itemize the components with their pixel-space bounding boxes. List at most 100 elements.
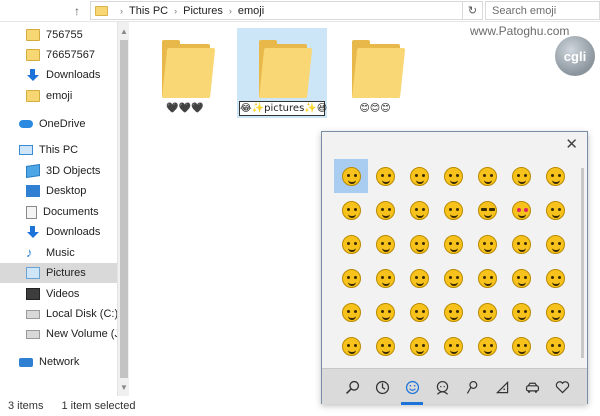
emoji-cell[interactable] bbox=[470, 261, 504, 295]
sidebar-item-756755[interactable]: 756755 bbox=[26, 25, 83, 45]
emoji-cell[interactable] bbox=[504, 193, 538, 227]
emoji-face-icon bbox=[477, 166, 497, 186]
sidebar-item-downloads-quick[interactable]: Downloads bbox=[26, 65, 100, 85]
scroll-up-icon[interactable]: ▲ bbox=[118, 24, 130, 38]
emoji-cell[interactable] bbox=[334, 227, 368, 261]
search-input[interactable]: Search emoji bbox=[485, 1, 600, 20]
celebration-icon[interactable] bbox=[457, 369, 487, 405]
sidebar-item-music[interactable]: ♪ Music bbox=[26, 243, 75, 263]
sidebar-item-videos[interactable]: Videos bbox=[26, 284, 79, 304]
sidebar-item-3d-objects[interactable]: 3D Objects bbox=[26, 161, 100, 181]
sidebar-item-local-disk[interactable]: Local Disk (C:) bbox=[26, 304, 118, 324]
sidebar-item-new-volume[interactable]: New Volume (J:) bbox=[26, 324, 127, 344]
emoji-cell[interactable] bbox=[504, 159, 538, 193]
chevron-right-icon: › bbox=[228, 5, 232, 16]
emoji-cell[interactable] bbox=[470, 159, 504, 193]
emoji-cell[interactable] bbox=[538, 261, 572, 295]
emoji-cell[interactable] bbox=[368, 193, 402, 227]
heart-icon[interactable] bbox=[547, 369, 577, 405]
emoji-cell[interactable] bbox=[504, 261, 538, 295]
sidebar-item-network[interactable]: Network bbox=[19, 352, 79, 372]
emoji-cell[interactable] bbox=[436, 295, 470, 329]
emoji-face-icon bbox=[443, 234, 463, 254]
sidebar-item-pictures[interactable]: Pictures bbox=[0, 263, 117, 283]
folder-icon bbox=[352, 40, 406, 98]
emoji-cell[interactable] bbox=[504, 227, 538, 261]
sidebar-item-label: Desktop bbox=[46, 185, 87, 197]
emoji-face-icon bbox=[409, 166, 429, 186]
emoji-cell[interactable] bbox=[402, 193, 436, 227]
food-icon[interactable] bbox=[487, 369, 517, 405]
emoji-face-icon bbox=[409, 200, 429, 220]
emoji-cell[interactable] bbox=[334, 193, 368, 227]
emoji-cell[interactable] bbox=[368, 227, 402, 261]
emoji-cell[interactable] bbox=[334, 329, 368, 363]
emoji-cell[interactable] bbox=[368, 261, 402, 295]
sidebar-item-onedrive[interactable]: OneDrive bbox=[19, 114, 85, 134]
smiley-icon[interactable] bbox=[397, 369, 427, 405]
sidebar-item-desktop[interactable]: Desktop bbox=[26, 181, 86, 201]
emoji-cell[interactable] bbox=[470, 329, 504, 363]
up-arrow-icon[interactable]: ↑ bbox=[69, 0, 85, 22]
emoji-panel-scrollbar[interactable] bbox=[581, 168, 584, 358]
emoji-cell[interactable] bbox=[504, 295, 538, 329]
address-bar[interactable]: › This PC › Pictures › emoji bbox=[90, 1, 463, 20]
sidebar-item-documents[interactable]: Documents bbox=[26, 202, 99, 222]
emoji-cell[interactable] bbox=[334, 159, 368, 193]
emoji-face-icon bbox=[341, 234, 361, 254]
emoji-cell[interactable] bbox=[538, 193, 572, 227]
emoji-cell[interactable] bbox=[402, 227, 436, 261]
sidebar-item-label: Downloads bbox=[46, 226, 101, 238]
close-icon[interactable]: ✕ bbox=[565, 135, 578, 153]
emoji-cell[interactable] bbox=[504, 329, 538, 363]
scroll-down-icon[interactable]: ▼ bbox=[118, 380, 130, 394]
emoji-cell[interactable] bbox=[436, 159, 470, 193]
watermark-logo: cgli bbox=[555, 36, 595, 76]
folder-item[interactable]: 😊😊😊 bbox=[330, 28, 420, 128]
emoji-face-icon bbox=[477, 234, 497, 254]
emoji-panel: ✕ bbox=[321, 131, 588, 405]
emoji-cell[interactable] bbox=[436, 329, 470, 363]
desktop-icon bbox=[26, 185, 40, 197]
emoji-cell[interactable] bbox=[368, 329, 402, 363]
emoji-cell[interactable] bbox=[436, 227, 470, 261]
search-icon[interactable] bbox=[337, 369, 367, 405]
emoji-cell[interactable] bbox=[402, 295, 436, 329]
emoji-cell[interactable] bbox=[436, 193, 470, 227]
emoji-cell[interactable] bbox=[538, 329, 572, 363]
emoji-cell[interactable] bbox=[402, 329, 436, 363]
folder-icon bbox=[162, 40, 216, 98]
people-icon[interactable] bbox=[427, 369, 457, 405]
breadcrumb-this-pc[interactable]: This PC bbox=[129, 5, 168, 17]
emoji-cell[interactable] bbox=[334, 295, 368, 329]
emoji-cell[interactable] bbox=[368, 295, 402, 329]
folder-item[interactable]: 🖤🖤🖤 bbox=[140, 28, 230, 128]
emoji-cell[interactable] bbox=[470, 295, 504, 329]
emoji-cell[interactable] bbox=[402, 159, 436, 193]
breadcrumb-emoji[interactable]: emoji bbox=[238, 5, 264, 17]
scrollbar-thumb[interactable] bbox=[120, 40, 128, 378]
travel-icon[interactable] bbox=[517, 369, 547, 405]
emoji-cell[interactable] bbox=[538, 227, 572, 261]
chevron-right-icon: › bbox=[120, 5, 123, 16]
video-icon bbox=[26, 288, 40, 300]
emoji-cell[interactable] bbox=[334, 261, 368, 295]
emoji-cell[interactable] bbox=[538, 159, 572, 193]
emoji-cell[interactable] bbox=[470, 193, 504, 227]
emoji-cell[interactable] bbox=[436, 261, 470, 295]
folder-item-selected[interactable]: 😂✨pictures✨😆 bbox=[237, 28, 327, 128]
emoji-cell[interactable] bbox=[538, 295, 572, 329]
refresh-button[interactable]: ↻ bbox=[463, 1, 483, 20]
breadcrumb-pictures[interactable]: Pictures bbox=[183, 5, 223, 17]
sidebar-scrollbar[interactable]: ▲ ▼ bbox=[117, 22, 129, 396]
rename-field[interactable]: 😂✨pictures✨😆 bbox=[239, 101, 327, 116]
emoji-cell[interactable] bbox=[402, 261, 436, 295]
sidebar-item-downloads[interactable]: Downloads bbox=[26, 222, 100, 242]
emoji-cell[interactable] bbox=[470, 227, 504, 261]
sidebar-item-76657567[interactable]: 76657567 bbox=[26, 45, 95, 65]
sidebar-item-emoji[interactable]: emoji bbox=[26, 86, 72, 106]
recent-icon[interactable] bbox=[367, 369, 397, 405]
sidebar-item-this-pc[interactable]: This PC bbox=[19, 140, 78, 160]
emoji-face-icon bbox=[375, 234, 395, 254]
emoji-cell[interactable] bbox=[368, 159, 402, 193]
